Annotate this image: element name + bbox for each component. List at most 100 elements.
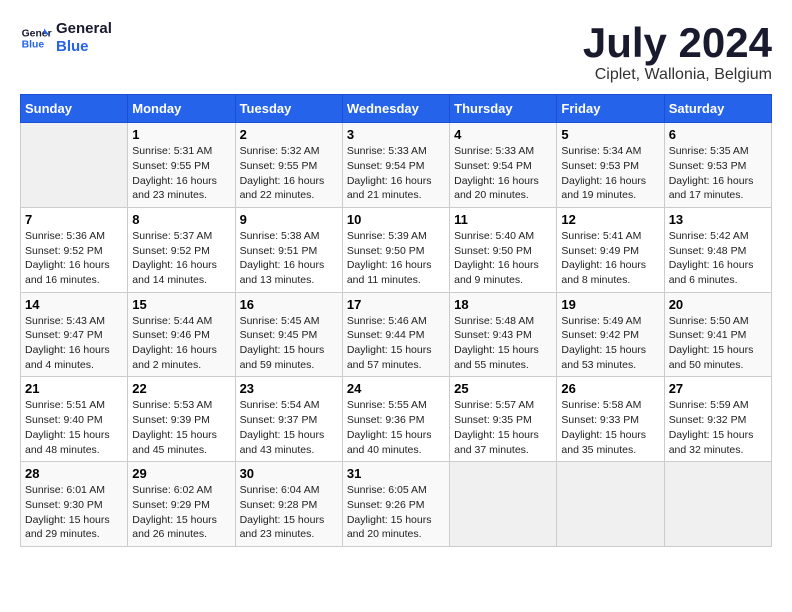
day-info: Sunrise: 5:43 AMSunset: 9:47 PMDaylight:…	[25, 314, 123, 373]
day-info: Sunrise: 5:40 AMSunset: 9:50 PMDaylight:…	[454, 229, 552, 288]
day-info: Sunrise: 5:51 AMSunset: 9:40 PMDaylight:…	[25, 398, 123, 457]
calendar-cell: 12 Sunrise: 5:41 AMSunset: 9:49 PMDaylig…	[557, 207, 664, 292]
weekday-header: Monday	[128, 95, 235, 123]
day-info: Sunrise: 5:55 AMSunset: 9:36 PMDaylight:…	[347, 398, 445, 457]
calendar-cell: 31 Sunrise: 6:05 AMSunset: 9:26 PMDaylig…	[342, 462, 449, 547]
day-number: 2	[240, 127, 338, 142]
day-number: 3	[347, 127, 445, 142]
day-info: Sunrise: 5:38 AMSunset: 9:51 PMDaylight:…	[240, 229, 338, 288]
day-info: Sunrise: 5:34 AMSunset: 9:53 PMDaylight:…	[561, 144, 659, 203]
weekday-header: Wednesday	[342, 95, 449, 123]
calendar-table: SundayMondayTuesdayWednesdayThursdayFrid…	[20, 94, 772, 547]
day-info: Sunrise: 5:59 AMSunset: 9:32 PMDaylight:…	[669, 398, 767, 457]
day-number: 18	[454, 297, 552, 312]
day-info: Sunrise: 5:42 AMSunset: 9:48 PMDaylight:…	[669, 229, 767, 288]
month-title: July 2024	[583, 20, 772, 66]
day-info: Sunrise: 5:37 AMSunset: 9:52 PMDaylight:…	[132, 229, 230, 288]
weekday-header: Sunday	[21, 95, 128, 123]
day-number: 30	[240, 466, 338, 481]
day-info: Sunrise: 5:53 AMSunset: 9:39 PMDaylight:…	[132, 398, 230, 457]
logo-icon: General Blue	[20, 22, 52, 54]
calendar-cell: 6 Sunrise: 5:35 AMSunset: 9:53 PMDayligh…	[664, 123, 771, 208]
day-number: 31	[347, 466, 445, 481]
calendar-cell: 1 Sunrise: 5:31 AMSunset: 9:55 PMDayligh…	[128, 123, 235, 208]
day-number: 4	[454, 127, 552, 142]
calendar-cell	[557, 462, 664, 547]
day-info: Sunrise: 5:58 AMSunset: 9:33 PMDaylight:…	[561, 398, 659, 457]
calendar-week-row: 28 Sunrise: 6:01 AMSunset: 9:30 PMDaylig…	[21, 462, 772, 547]
day-number: 19	[561, 297, 659, 312]
calendar-cell: 13 Sunrise: 5:42 AMSunset: 9:48 PMDaylig…	[664, 207, 771, 292]
day-number: 28	[25, 466, 123, 481]
calendar-cell: 29 Sunrise: 6:02 AMSunset: 9:29 PMDaylig…	[128, 462, 235, 547]
day-info: Sunrise: 5:46 AMSunset: 9:44 PMDaylight:…	[347, 314, 445, 373]
logo-text-blue: Blue	[56, 38, 112, 56]
calendar-cell: 19 Sunrise: 5:49 AMSunset: 9:42 PMDaylig…	[557, 292, 664, 377]
day-info: Sunrise: 5:33 AMSunset: 9:54 PMDaylight:…	[454, 144, 552, 203]
title-block: July 2024 Ciplet, Wallonia, Belgium	[583, 20, 772, 84]
day-number: 29	[132, 466, 230, 481]
day-info: Sunrise: 5:50 AMSunset: 9:41 PMDaylight:…	[669, 314, 767, 373]
calendar-cell: 20 Sunrise: 5:50 AMSunset: 9:41 PMDaylig…	[664, 292, 771, 377]
calendar-cell: 21 Sunrise: 5:51 AMSunset: 9:40 PMDaylig…	[21, 377, 128, 462]
location: Ciplet, Wallonia, Belgium	[583, 66, 772, 84]
calendar-cell: 15 Sunrise: 5:44 AMSunset: 9:46 PMDaylig…	[128, 292, 235, 377]
day-number: 6	[669, 127, 767, 142]
day-info: Sunrise: 5:45 AMSunset: 9:45 PMDaylight:…	[240, 314, 338, 373]
day-number: 17	[347, 297, 445, 312]
day-number: 20	[669, 297, 767, 312]
calendar-cell: 26 Sunrise: 5:58 AMSunset: 9:33 PMDaylig…	[557, 377, 664, 462]
weekday-header: Saturday	[664, 95, 771, 123]
day-info: Sunrise: 5:39 AMSunset: 9:50 PMDaylight:…	[347, 229, 445, 288]
day-number: 10	[347, 212, 445, 227]
calendar-week-row: 7 Sunrise: 5:36 AMSunset: 9:52 PMDayligh…	[21, 207, 772, 292]
day-number: 15	[132, 297, 230, 312]
day-info: Sunrise: 6:01 AMSunset: 9:30 PMDaylight:…	[25, 483, 123, 542]
calendar-cell	[450, 462, 557, 547]
day-number: 21	[25, 381, 123, 396]
calendar-week-row: 14 Sunrise: 5:43 AMSunset: 9:47 PMDaylig…	[21, 292, 772, 377]
calendar-cell: 27 Sunrise: 5:59 AMSunset: 9:32 PMDaylig…	[664, 377, 771, 462]
weekday-header: Thursday	[450, 95, 557, 123]
day-number: 14	[25, 297, 123, 312]
day-info: Sunrise: 5:49 AMSunset: 9:42 PMDaylight:…	[561, 314, 659, 373]
calendar-cell: 3 Sunrise: 5:33 AMSunset: 9:54 PMDayligh…	[342, 123, 449, 208]
day-info: Sunrise: 5:33 AMSunset: 9:54 PMDaylight:…	[347, 144, 445, 203]
day-number: 13	[669, 212, 767, 227]
day-info: Sunrise: 6:02 AMSunset: 9:29 PMDaylight:…	[132, 483, 230, 542]
day-number: 25	[454, 381, 552, 396]
weekday-header-row: SundayMondayTuesdayWednesdayThursdayFrid…	[21, 95, 772, 123]
day-info: Sunrise: 5:32 AMSunset: 9:55 PMDaylight:…	[240, 144, 338, 203]
calendar-cell: 9 Sunrise: 5:38 AMSunset: 9:51 PMDayligh…	[235, 207, 342, 292]
day-info: Sunrise: 5:35 AMSunset: 9:53 PMDaylight:…	[669, 144, 767, 203]
calendar-cell: 22 Sunrise: 5:53 AMSunset: 9:39 PMDaylig…	[128, 377, 235, 462]
day-number: 22	[132, 381, 230, 396]
page-header: General Blue General Blue July 2024 Cipl…	[20, 20, 772, 84]
calendar-cell: 24 Sunrise: 5:55 AMSunset: 9:36 PMDaylig…	[342, 377, 449, 462]
calendar-cell: 10 Sunrise: 5:39 AMSunset: 9:50 PMDaylig…	[342, 207, 449, 292]
calendar-cell: 30 Sunrise: 6:04 AMSunset: 9:28 PMDaylig…	[235, 462, 342, 547]
weekday-header: Tuesday	[235, 95, 342, 123]
weekday-header: Friday	[557, 95, 664, 123]
day-number: 9	[240, 212, 338, 227]
day-info: Sunrise: 5:57 AMSunset: 9:35 PMDaylight:…	[454, 398, 552, 457]
calendar-cell: 17 Sunrise: 5:46 AMSunset: 9:44 PMDaylig…	[342, 292, 449, 377]
logo-text-general: General	[56, 20, 112, 38]
day-number: 16	[240, 297, 338, 312]
calendar-cell: 25 Sunrise: 5:57 AMSunset: 9:35 PMDaylig…	[450, 377, 557, 462]
svg-text:Blue: Blue	[22, 40, 45, 51]
calendar-cell: 16 Sunrise: 5:45 AMSunset: 9:45 PMDaylig…	[235, 292, 342, 377]
calendar-cell: 11 Sunrise: 5:40 AMSunset: 9:50 PMDaylig…	[450, 207, 557, 292]
day-number: 8	[132, 212, 230, 227]
day-info: Sunrise: 6:05 AMSunset: 9:26 PMDaylight:…	[347, 483, 445, 542]
day-number: 27	[669, 381, 767, 396]
day-number: 24	[347, 381, 445, 396]
calendar-week-row: 21 Sunrise: 5:51 AMSunset: 9:40 PMDaylig…	[21, 377, 772, 462]
day-number: 5	[561, 127, 659, 142]
day-number: 12	[561, 212, 659, 227]
calendar-cell: 5 Sunrise: 5:34 AMSunset: 9:53 PMDayligh…	[557, 123, 664, 208]
logo: General Blue General Blue	[20, 20, 112, 56]
calendar-cell: 28 Sunrise: 6:01 AMSunset: 9:30 PMDaylig…	[21, 462, 128, 547]
day-info: Sunrise: 5:54 AMSunset: 9:37 PMDaylight:…	[240, 398, 338, 457]
calendar-cell: 18 Sunrise: 5:48 AMSunset: 9:43 PMDaylig…	[450, 292, 557, 377]
